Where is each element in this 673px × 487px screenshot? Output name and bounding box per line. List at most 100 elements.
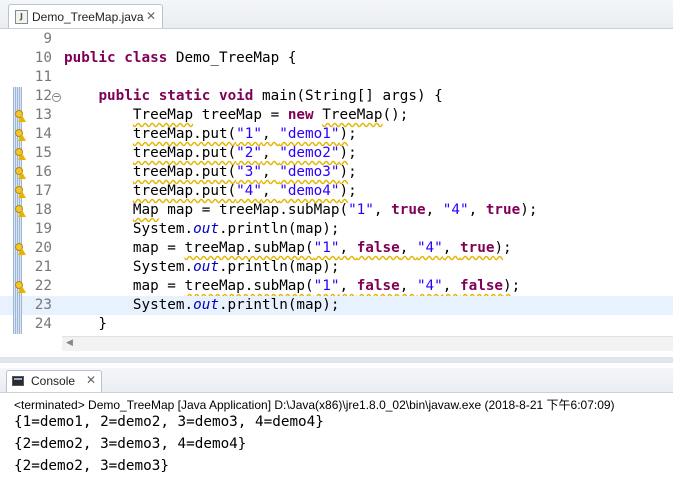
code-line[interactable]: 19 System.out.println(map); [0, 220, 673, 239]
code-token: , [442, 240, 460, 256]
code-token: treeMap.put( [132, 126, 237, 142]
code-token: false [460, 278, 504, 294]
code-text: System.out.println(map); [64, 296, 340, 315]
code-token: ) [503, 278, 512, 294]
code-line[interactable]: 10 public class Demo_TreeMap { [0, 49, 673, 68]
code-token: , [262, 164, 280, 180]
line-number: 13 [34, 107, 52, 123]
code-token: static [158, 88, 211, 104]
code-line[interactable]: 16 treeMap.put("3", "demo3"); [0, 163, 673, 182]
line-number: 12 [34, 88, 52, 104]
code-token: } [64, 316, 108, 332]
code-token: false [356, 240, 400, 256]
code-token: Map [132, 202, 159, 218]
code-line[interactable]: 13 TreeMap treeMap = new TreeMap(); [0, 106, 673, 125]
code-text: map = treeMap.subMap("1", false, "4", tr… [64, 239, 512, 258]
code-token: "4" [416, 278, 443, 294]
code-token: .println(map); [218, 221, 340, 237]
code-line[interactable]: 22 map = treeMap.subMap("1", false, "4",… [0, 277, 673, 296]
code-text: } [64, 315, 107, 334]
code-token: ; [503, 240, 512, 256]
code-line[interactable]: 11 [0, 68, 673, 87]
console-output-line: {1=demo1, 2=demo2, 3=demo3, 4=demo4} [14, 414, 324, 430]
code-token: System. [64, 221, 194, 237]
code-token: false [356, 278, 400, 294]
code-token: "1" [313, 278, 340, 294]
code-token: System. [64, 297, 194, 313]
code-line[interactable]: 9 [0, 30, 673, 49]
console-icon [12, 376, 24, 386]
code-token: out [193, 221, 219, 237]
code-text: TreeMap treeMap = new TreeMap(); [64, 106, 408, 125]
code-token: out [193, 259, 219, 275]
code-line[interactable]: 14 treeMap.put("1", "demo1"); [0, 125, 673, 144]
code-token: true [485, 202, 521, 218]
code-token: "2" [236, 145, 262, 161]
line-number: 18 [34, 202, 52, 218]
code-token: , [339, 240, 357, 256]
code-token: , [399, 240, 417, 256]
tab-demo-treemap-java[interactable]: J Demo_TreeMap.java ✕ [8, 4, 163, 28]
scroll-left-icon[interactable]: ◀ [66, 338, 73, 348]
horizontal-scrollbar[interactable]: ◀ [62, 336, 673, 351]
code-token: .println(map); [218, 297, 340, 313]
collapse-icon[interactable]: − [52, 93, 61, 102]
code-token: (); [382, 107, 409, 123]
code-token: System. [64, 259, 194, 275]
code-line[interactable]: 15 treeMap.put("2", "demo2"); [0, 144, 673, 163]
console-output-line: {2=demo2, 3=demo3, 4=demo4} [14, 436, 247, 452]
line-number: 10 [34, 50, 52, 66]
code-text: System.out.println(map); [64, 258, 340, 277]
code-line[interactable]: 17 treeMap.put("4", "demo4"); [0, 182, 673, 201]
code-line[interactable]: 18 Map map = treeMap.subMap("1", true, "… [0, 201, 673, 220]
code-token: , [339, 278, 357, 294]
code-token: public [98, 88, 151, 104]
code-token: map = [64, 240, 185, 256]
code-token: class [124, 50, 168, 66]
line-number: 20 [34, 240, 52, 256]
line-number: 11 [34, 69, 52, 85]
console-output-line: {2=demo2, 3=demo3} [14, 458, 169, 474]
tab-label: Demo_TreeMap.java [32, 10, 144, 24]
code-text: treeMap.put("2", "demo2"); [64, 144, 357, 163]
code-token: , [373, 202, 392, 218]
code-text: treeMap.put("1", "demo1"); [64, 125, 357, 144]
code-editor[interactable]: 9 10 public class Demo_TreeMap { 11 12− publ… [0, 30, 673, 334]
code-text: Map map = treeMap.subMap("1", true, "4",… [64, 201, 538, 220]
code-token: "demo1" [279, 126, 340, 142]
code-token: "1" [313, 240, 340, 256]
code-token: ) [339, 126, 349, 142]
code-token: , [399, 278, 417, 294]
change-marker [13, 258, 22, 277]
change-marker [13, 296, 22, 315]
code-line[interactable]: 21 System.out.println(map); [0, 258, 673, 277]
change-marker [13, 315, 22, 334]
code-token: TreeMap [322, 107, 383, 123]
code-token: "1" [348, 202, 374, 218]
code-token: map = [64, 278, 185, 294]
code-line[interactable]: 12− public static void main(String[] arg… [0, 87, 673, 106]
line-number: 23 [34, 297, 52, 313]
change-marker [13, 220, 22, 239]
tab-console[interactable]: Console ✕ [6, 370, 102, 392]
code-token: , [468, 202, 486, 218]
code-token: treeMap = [193, 107, 288, 123]
code-line[interactable]: 24 } [0, 315, 673, 334]
close-icon[interactable]: ✕ [86, 373, 96, 387]
code-token: public [64, 50, 116, 66]
code-text: public class Demo_TreeMap { [64, 49, 296, 68]
close-icon[interactable]: ✕ [146, 9, 156, 23]
code-token: void [218, 88, 254, 104]
line-number: 22 [34, 278, 52, 294]
code-token: out [193, 297, 219, 313]
code-line[interactable]: 23 System.out.println(map); [0, 296, 673, 315]
code-token: , [262, 126, 280, 142]
code-line[interactable]: 20 map = treeMap.subMap("1", false, "4",… [0, 239, 673, 258]
code-token: "demo2" [279, 145, 340, 161]
